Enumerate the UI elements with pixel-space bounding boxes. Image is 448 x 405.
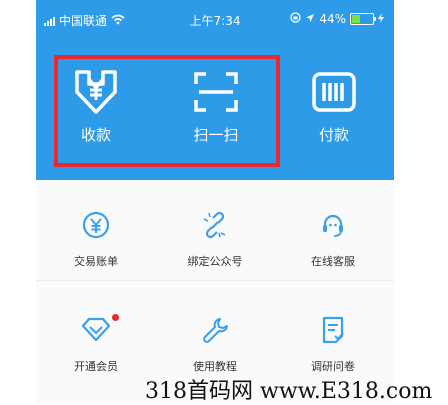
grid-divider [36,280,394,281]
battery-icon [350,13,376,25]
grid-item-label: 交易账单 [74,255,118,268]
grid-item-membership[interactable]: 开通会员 [41,310,151,374]
pay-button[interactable]: 付款 [289,68,379,145]
grid-item-transactions[interactable]: 交易账单 [41,205,151,269]
grid-item-survey[interactable]: 调研问卷 [278,310,388,374]
survey-icon [278,310,388,350]
location-icon [305,12,315,26]
grid-item-label: 使用教程 [193,360,237,373]
grid-item-label: 调研问卷 [311,360,355,373]
bill-icon [41,205,151,245]
notification-badge [112,314,119,321]
grid-item-bind-account[interactable]: 绑定公众号 [160,205,270,269]
grid-item-label: 绑定公众号 [187,255,243,268]
status-right: 44% [290,12,384,26]
header-panel: 中国联通 上午7:34 44% 收款 扫一扫 付款 [36,0,394,180]
app-screen: 中国联通 上午7:34 44% 收款 扫一扫 付款 交易账单 绑定公众号 在线客… [36,0,394,403]
battery-percent: 44% [319,12,346,26]
lock-rotation-icon [290,12,301,26]
diamond-icon [41,310,151,350]
status-bar: 中国联通 上午7:34 44% [36,0,394,40]
watermark-text: 318首码网 www.E318.com [145,379,433,404]
link-icon [160,205,270,245]
highlight-box [54,55,280,167]
grid-item-tutorial[interactable]: 使用教程 [160,310,270,374]
pay-label: 付款 [318,126,349,144]
wrench-icon [160,310,270,350]
headset-icon [278,205,388,245]
grid-item-label: 开通会员 [74,360,118,373]
charging-icon [378,12,384,26]
grid-item-label: 在线客服 [311,255,355,268]
barcode-icon [289,68,379,116]
grid-item-support[interactable]: 在线客服 [278,205,388,269]
